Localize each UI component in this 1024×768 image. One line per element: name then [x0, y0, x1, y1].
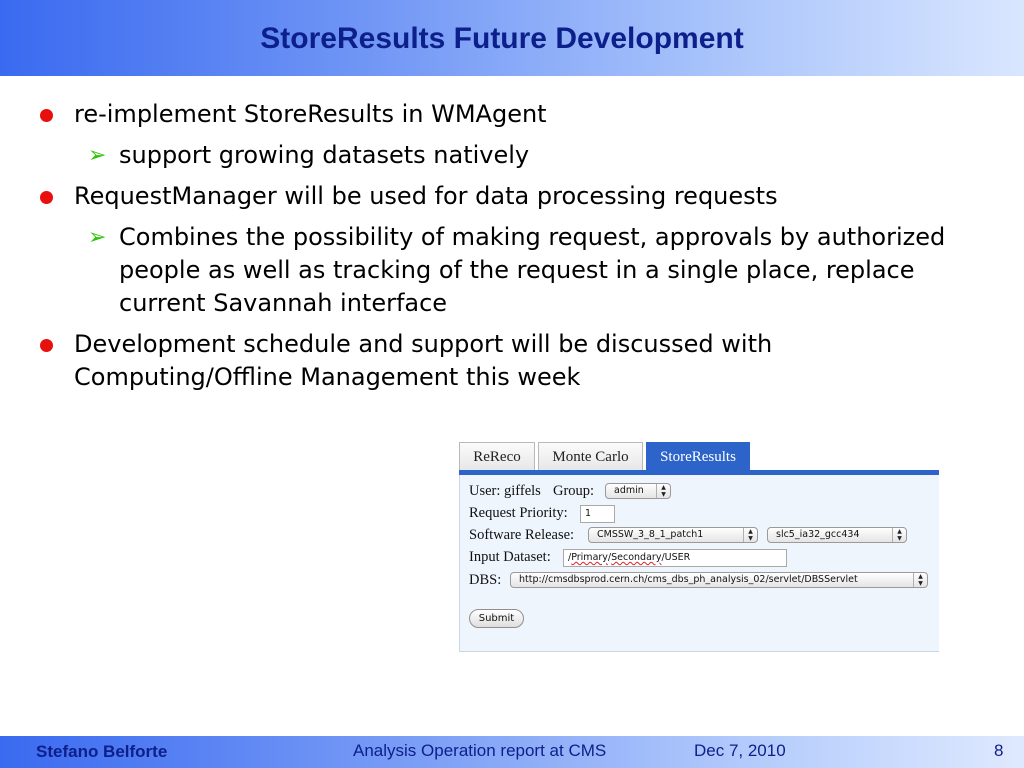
bullet-text: re-implement StoreResults in WMAgent	[74, 100, 547, 128]
bullet-text: RequestManager will be used for data pro…	[74, 182, 778, 210]
arrow-bullet-icon: ➢	[88, 225, 107, 250]
dataset-label: Input Dataset:	[469, 549, 551, 565]
release-select[interactable]: CMSSW_3_8_1_patch1 ▲ ▼	[588, 527, 758, 543]
select-arrows-icon: ▲ ▼	[656, 484, 670, 498]
dbs-select[interactable]: http://cmsdbsprod.cern.ch/cms_dbs_ph_ana…	[510, 572, 928, 588]
footer-event: Analysis Operation report at CMS	[353, 741, 607, 760]
footer-bar: Stefano Belforte Analysis Operation repo…	[0, 736, 1024, 768]
bullet-text: Development schedule and support will be…	[74, 330, 773, 391]
dataset-suffix: /USER	[661, 552, 691, 563]
group-label: Group:	[553, 483, 595, 499]
bullet-dot-icon	[40, 109, 53, 122]
dbs-select-value: http://cmsdbsprod.cern.ch/cms_dbs_ph_ana…	[519, 574, 858, 585]
dataset-input[interactable]: /Primary/Secondary/USER	[563, 549, 787, 567]
slide-content: re-implement StoreResults in WMAgent ➢ s…	[38, 98, 998, 394]
sub-bullet-text: Combines the possibility of making reque…	[119, 223, 946, 317]
user-label: User: giffels	[469, 483, 541, 499]
bullet-dot-icon	[40, 191, 53, 204]
software-label: Software Release:	[469, 527, 575, 543]
tab-storeresults[interactable]: StoreResults	[646, 442, 750, 472]
priority-input[interactable]: 1	[580, 505, 615, 523]
dataset-primary: Primary	[571, 552, 608, 563]
dataset-secondary: Secondary	[611, 552, 662, 563]
select-arrows-icon: ▲ ▼	[743, 528, 757, 542]
bullet-dot-icon	[40, 339, 53, 352]
form-panel: User: giffels Group: admin ▲ ▼ Request Pr…	[459, 475, 939, 652]
form-tabs: ReReco Monte Carlo StoreResults	[459, 441, 939, 472]
group-select[interactable]: admin ▲ ▼	[605, 483, 671, 499]
bullet-item: Development schedule and support will be…	[38, 328, 998, 394]
tab-rereco[interactable]: ReReco	[459, 442, 535, 472]
submit-button[interactable]: Submit	[469, 609, 524, 628]
arch-select-value: slc5_ia32_gcc434	[776, 529, 860, 540]
dbs-label: DBS:	[469, 572, 502, 588]
storeresults-form-screenshot: ReReco Monte Carlo StoreResults User: gi…	[459, 441, 939, 652]
arrow-bullet-icon: ➢	[88, 143, 107, 168]
sub-bullet-item: ➢ support growing datasets natively	[38, 139, 998, 172]
select-arrows-icon: ▲ ▼	[913, 573, 927, 587]
bullet-item: RequestManager will be used for data pro…	[38, 180, 998, 213]
bullet-item: re-implement StoreResults in WMAgent	[38, 98, 998, 131]
arch-select[interactable]: slc5_ia32_gcc434 ▲ ▼	[767, 527, 907, 543]
sub-bullet-item: ➢ Combines the possibility of making req…	[38, 221, 998, 320]
footer-page-number: 8	[994, 741, 1004, 760]
priority-label: Request Priority:	[469, 505, 568, 521]
slide-title: StoreResults Future Development	[260, 22, 744, 55]
footer-author: Stefano Belforte	[36, 742, 168, 761]
sub-bullet-text: support growing datasets natively	[119, 141, 530, 169]
group-select-value: admin	[614, 485, 644, 496]
select-arrows-icon: ▲ ▼	[892, 528, 906, 542]
tab-monte-carlo[interactable]: Monte Carlo	[538, 442, 643, 472]
release-select-value: CMSSW_3_8_1_patch1	[597, 529, 704, 540]
footer-date: Dec 7, 2010	[694, 741, 786, 760]
